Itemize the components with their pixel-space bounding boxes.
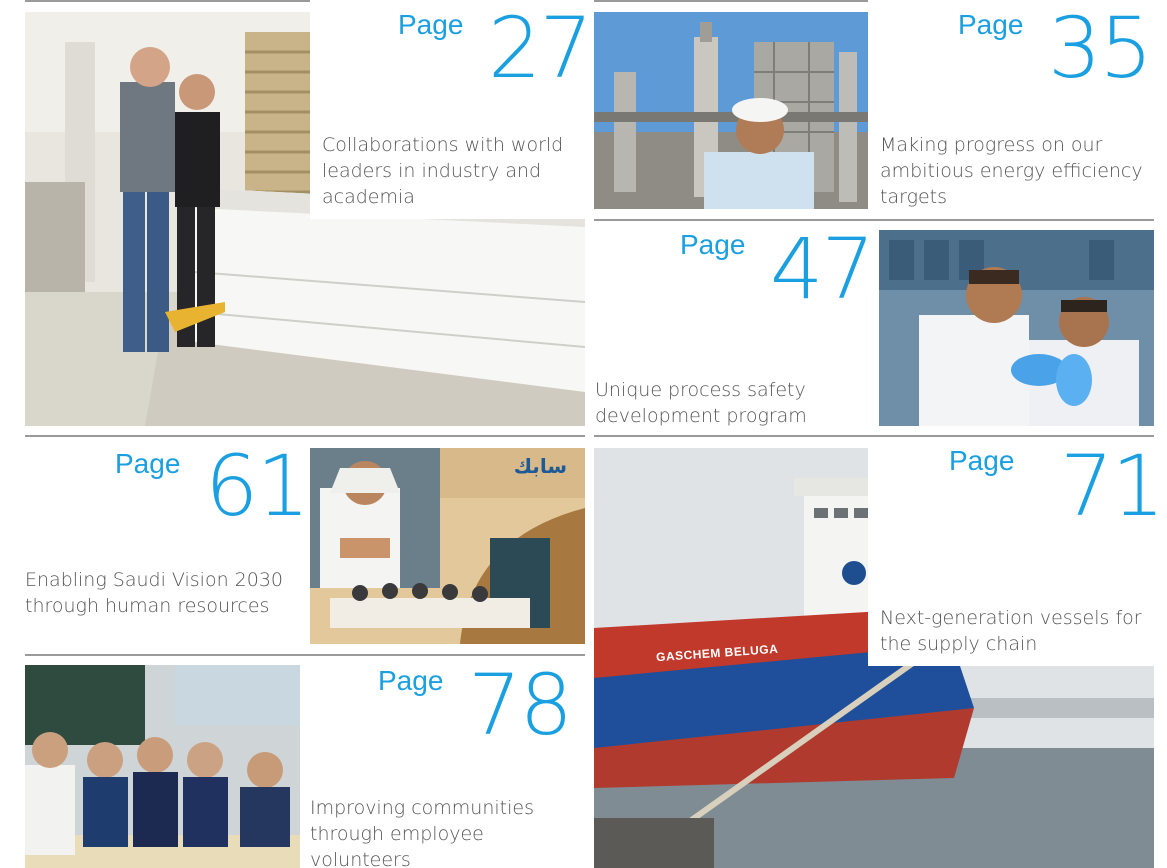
page-35-caption: Making progress on our ambitious energy …	[880, 134, 1143, 208]
refinery-engineer-photo	[594, 12, 868, 209]
page-61-caption: Enabling Saudi Vision 2030 through human…	[25, 569, 284, 617]
page-78-number: 78	[468, 656, 573, 754]
conference-logo-text: سابك	[513, 454, 567, 478]
page-61-card: Page 61 Enabling Saudi Vision 2030 throu…	[25, 437, 310, 654]
page-78-caption: Improving communities through employee v…	[310, 797, 534, 868]
page-61-label: Page	[115, 448, 181, 479]
page-47-number: 47	[770, 220, 875, 318]
conference-photo: سابك	[310, 448, 585, 644]
page-35-card: Page 35 Making progress on our ambitious…	[868, 0, 1154, 219]
page-71-number: 71	[1060, 437, 1165, 535]
page-27-caption: Collaborations with world leaders in ind…	[322, 134, 564, 208]
page-71-label: Page	[949, 445, 1015, 476]
page-27-card: Page 27 Collaborations with world leader…	[310, 0, 593, 219]
page-27-number: 27	[488, 0, 593, 97]
page-71-card: Page 71 Next-generation vessels for the …	[868, 437, 1165, 666]
page-35-label: Page	[958, 9, 1024, 40]
page-47-label: Page	[680, 229, 746, 260]
page-35-number: 35	[1048, 0, 1153, 97]
page-71-caption: Next-generation vessels for the supply c…	[880, 607, 1142, 655]
page-47-card: Page 47 Unique process safety developmen…	[594, 220, 875, 435]
lab-scientists-photo	[879, 230, 1154, 426]
community-volunteers-photo	[25, 665, 300, 868]
page-61-number: 61	[205, 437, 310, 535]
page-27-label: Page	[398, 9, 464, 40]
page-47-caption: Unique process safety development progra…	[595, 379, 807, 427]
page-78-label: Page	[378, 665, 444, 696]
page-78-card: Page 78 Improving communities through em…	[300, 656, 585, 868]
